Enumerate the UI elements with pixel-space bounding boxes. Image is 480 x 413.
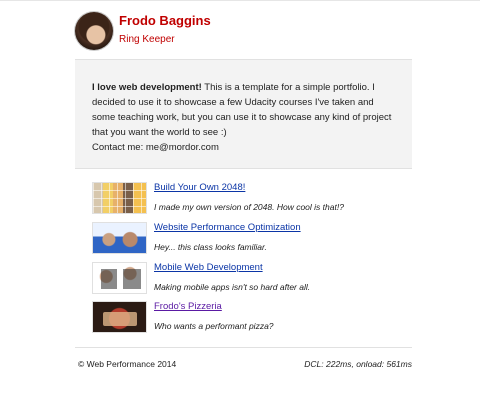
intro-text: I love web development! This is a templa… bbox=[92, 80, 398, 155]
avatar bbox=[75, 12, 113, 50]
project-link-mobile[interactable]: Mobile Web Development bbox=[154, 262, 263, 273]
intro-panel: I love web development! This is a templa… bbox=[75, 59, 412, 169]
project-description-pizzeria: Who wants a performant pizza? bbox=[154, 321, 274, 331]
profile-header: Frodo Baggins Ring Keeper bbox=[75, 12, 415, 52]
project-thumbnail-pizzeria[interactable] bbox=[92, 301, 147, 333]
project-item-pizzeria: Frodo's Pizzeria Who wants a performant … bbox=[92, 301, 412, 335]
project-link-pizzeria[interactable]: Frodo's Pizzeria bbox=[154, 301, 222, 312]
top-divider bbox=[0, 0, 480, 1]
profile-name: Frodo Baggins bbox=[119, 13, 211, 28]
footer-divider bbox=[75, 347, 412, 348]
project-item-mobile: Mobile Web Development Making mobile app… bbox=[92, 262, 412, 296]
footer-perf-metrics: DCL: 222ms, onload: 561ms bbox=[304, 359, 412, 369]
project-item-performance: Website Performance Optimization Hey... … bbox=[92, 222, 412, 256]
project-description-2048: I made my own version of 2048. How cool … bbox=[154, 202, 344, 212]
contact-email: me@mordor.com bbox=[145, 142, 219, 153]
project-link-2048[interactable]: Build Your Own 2048! bbox=[154, 182, 245, 193]
project-link-performance[interactable]: Website Performance Optimization bbox=[154, 222, 301, 233]
project-thumbnail-performance[interactable] bbox=[92, 222, 147, 254]
contact-label: Contact me: bbox=[92, 142, 144, 153]
footer-copyright: © Web Performance 2014 bbox=[78, 359, 177, 369]
intro-lead: I love web development! bbox=[92, 82, 202, 93]
project-thumbnail-2048[interactable] bbox=[92, 182, 147, 214]
project-thumbnail-mobile[interactable] bbox=[92, 262, 147, 294]
project-description-mobile: Making mobile apps isn't so hard after a… bbox=[154, 282, 311, 292]
profile-role: Ring Keeper bbox=[119, 34, 175, 45]
project-item-2048: Build Your Own 2048! I made my own versi… bbox=[92, 182, 412, 216]
project-description-performance: Hey... this class looks familiar. bbox=[154, 242, 267, 252]
